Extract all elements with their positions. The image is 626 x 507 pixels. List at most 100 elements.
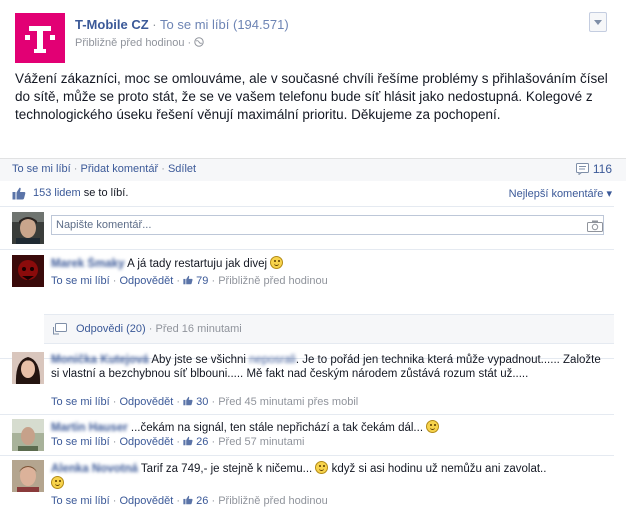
- thumbs-up-icon: [183, 396, 193, 406]
- replies-time: Před 16 minutami: [155, 323, 242, 335]
- comment-text: Tarif za 749,- je stejně k ničemu...: [140, 463, 313, 475]
- comment-like-link[interactable]: To se mi líbí: [51, 495, 110, 507]
- separator: ·: [148, 323, 153, 335]
- smiley-icon: [426, 420, 440, 433]
- separator: ·: [152, 17, 157, 32]
- page-title-line: T-Mobile CZ · To se mi líbí (194.571): [75, 17, 289, 32]
- replies-bar[interactable]: Odpovědi (20) · Před 16 minutami: [44, 314, 614, 344]
- comment-body: Alenka Novotná Tarif za 749,- je stejně …: [51, 461, 606, 491]
- separator: ·: [211, 436, 216, 448]
- smiley-icon: [315, 461, 329, 474]
- post-options-chevron-down-icon[interactable]: [589, 12, 607, 32]
- thumbs-up-icon: [12, 187, 26, 200]
- comment-like-link[interactable]: To se mi líbí: [51, 396, 110, 408]
- action-links: To se mi líbí · Přidat komentář · Sdílet: [12, 163, 196, 175]
- comment-like-count[interactable]: 79: [196, 275, 208, 287]
- comment-author[interactable]: Alenka Novotná: [51, 463, 138, 475]
- reply-arrow-icon: [53, 323, 67, 335]
- separator: ·: [176, 275, 181, 287]
- comment-body: Monička Kutejová Aby jste se všichni nep…: [51, 353, 606, 381]
- separator: ·: [211, 495, 216, 507]
- smiley-icon: [51, 476, 64, 489]
- commenter-avatar[interactable]: [12, 255, 44, 287]
- comment-like-count[interactable]: 26: [196, 495, 208, 507]
- like-link[interactable]: To se mi líbí: [12, 163, 71, 175]
- current-user-avatar[interactable]: [12, 212, 44, 244]
- post-body: Vážení zákazníci, moc se omlouváme, ale …: [15, 71, 608, 122]
- separator: ·: [73, 163, 78, 175]
- t-mobile-logo[interactable]: [15, 13, 65, 63]
- feedback-area: To se mi líbí · Přidat komentář · Sdílet…: [0, 158, 626, 507]
- comment-time[interactable]: Před 45 minutami přes mobil: [218, 396, 358, 408]
- comment-time[interactable]: Přibližně před hodinou: [218, 275, 327, 287]
- globe-icon: [194, 37, 204, 47]
- commenter-avatar[interactable]: [12, 352, 44, 384]
- comment-text: Aby jste se všichni: [151, 354, 246, 366]
- comment-input[interactable]: [51, 215, 604, 235]
- comment-item: Alenka Novotná Tarif za 749,- je stejně …: [0, 456, 614, 507]
- comment-count-value: 116: [592, 162, 612, 176]
- reply-link[interactable]: Odpovědět: [119, 396, 173, 408]
- separator: ·: [161, 163, 165, 175]
- comment-meta: To se mi líbí · Odpovědět · 79 · Přibliž…: [51, 275, 328, 287]
- separator: ·: [112, 436, 117, 448]
- comment-author[interactable]: Marek Šmaky: [51, 258, 125, 270]
- comment-count[interactable]: 116: [575, 162, 612, 176]
- likes-count-link[interactable]: 153 lidem: [33, 187, 81, 199]
- separator: ·: [211, 275, 216, 287]
- comments-panel: 153 lidem se to líbí. Nejlepší komentáře…: [0, 180, 614, 507]
- comment-author[interactable]: Monička Kutejová: [51, 354, 149, 366]
- separator: ·: [112, 495, 117, 507]
- separator: ·: [187, 37, 192, 49]
- separator: ·: [112, 396, 117, 408]
- comment-body: Marek Šmaky A já tady restartuju jak div…: [51, 256, 606, 271]
- thumbs-up-icon: [183, 275, 193, 285]
- commenter-avatar[interactable]: [12, 460, 44, 492]
- comment-text-cont: když si asi hodinu už nemůžu ani zavolat…: [331, 463, 547, 475]
- comment-item: Monička Kutejová Aby jste se všichni nep…: [0, 344, 614, 415]
- comment-meta: To se mi líbí · Odpovědět · 26 · Přibliž…: [51, 495, 328, 507]
- page-like-link[interactable]: To se mi líbí (194.571): [160, 17, 289, 32]
- comment-meta: To se mi líbí · Odpovědět · 26 · Před 57…: [51, 436, 304, 448]
- comment-time[interactable]: Přibližně před hodinou: [218, 495, 327, 507]
- thumbs-up-icon: [183, 495, 193, 505]
- likes-text: 153 lidem se to líbí.: [33, 187, 128, 199]
- page-name-link[interactable]: T-Mobile CZ: [75, 17, 149, 32]
- comment-time[interactable]: Před 57 minutami: [218, 436, 304, 448]
- smiley-icon: [270, 256, 284, 269]
- comment-item: Martin Hauser ...čekám na signál, ten st…: [0, 415, 614, 456]
- comment-like-link[interactable]: To se mi líbí: [51, 436, 110, 448]
- separator: ·: [176, 396, 181, 408]
- post-timestamp: Přibližně před hodinou ·: [75, 37, 204, 49]
- separator: ·: [211, 396, 216, 408]
- timestamp-link[interactable]: Přibližně před hodinou: [75, 37, 184, 49]
- replies-link[interactable]: Odpovědi (20): [76, 323, 146, 335]
- reply-link[interactable]: Odpovědět: [119, 495, 173, 507]
- comment-meta: To se mi líbí · Odpovědět · 30 · Před 45…: [51, 396, 358, 408]
- separator: ·: [176, 495, 181, 507]
- comment-like-link[interactable]: To se mi líbí: [51, 275, 110, 287]
- sort-dropdown[interactable]: Nejlepší komentáře ▾: [509, 187, 612, 200]
- comment-body: Martin Hauser ...čekám na signál, ten st…: [51, 420, 606, 435]
- comment-composer: [0, 207, 614, 250]
- comment-text: A já tady restartuju jak divej: [127, 258, 268, 270]
- camera-icon[interactable]: [587, 220, 603, 232]
- likes-suffix: se to líbí.: [80, 187, 129, 199]
- comment-like-count[interactable]: 26: [196, 436, 208, 448]
- comment-icon: [575, 163, 589, 176]
- post-header: T-Mobile CZ · To se mi líbí (194.571) Př…: [0, 0, 626, 68]
- censored-word: neposrali: [249, 354, 296, 366]
- likes-summary: 153 lidem se to líbí. Nejlepší komentáře…: [0, 180, 614, 207]
- action-bar: To se mi líbí · Přidat komentář · Sdílet…: [0, 158, 626, 181]
- comment-like-count[interactable]: 30: [196, 396, 208, 408]
- comment-author[interactable]: Martin Hauser: [51, 422, 128, 434]
- add-comment-link[interactable]: Přidat komentář: [80, 163, 158, 175]
- commenter-avatar[interactable]: [12, 419, 44, 451]
- thumbs-up-icon: [183, 436, 193, 446]
- comment-text: ...čekám na signál, ten stále nepřichází…: [130, 422, 424, 434]
- replies-text: Odpovědi (20) · Před 16 minutami: [76, 323, 242, 335]
- share-link[interactable]: Sdílet: [168, 163, 196, 175]
- reply-link[interactable]: Odpovědět: [119, 436, 173, 448]
- separator: ·: [176, 436, 181, 448]
- reply-link[interactable]: Odpovědět: [119, 275, 173, 287]
